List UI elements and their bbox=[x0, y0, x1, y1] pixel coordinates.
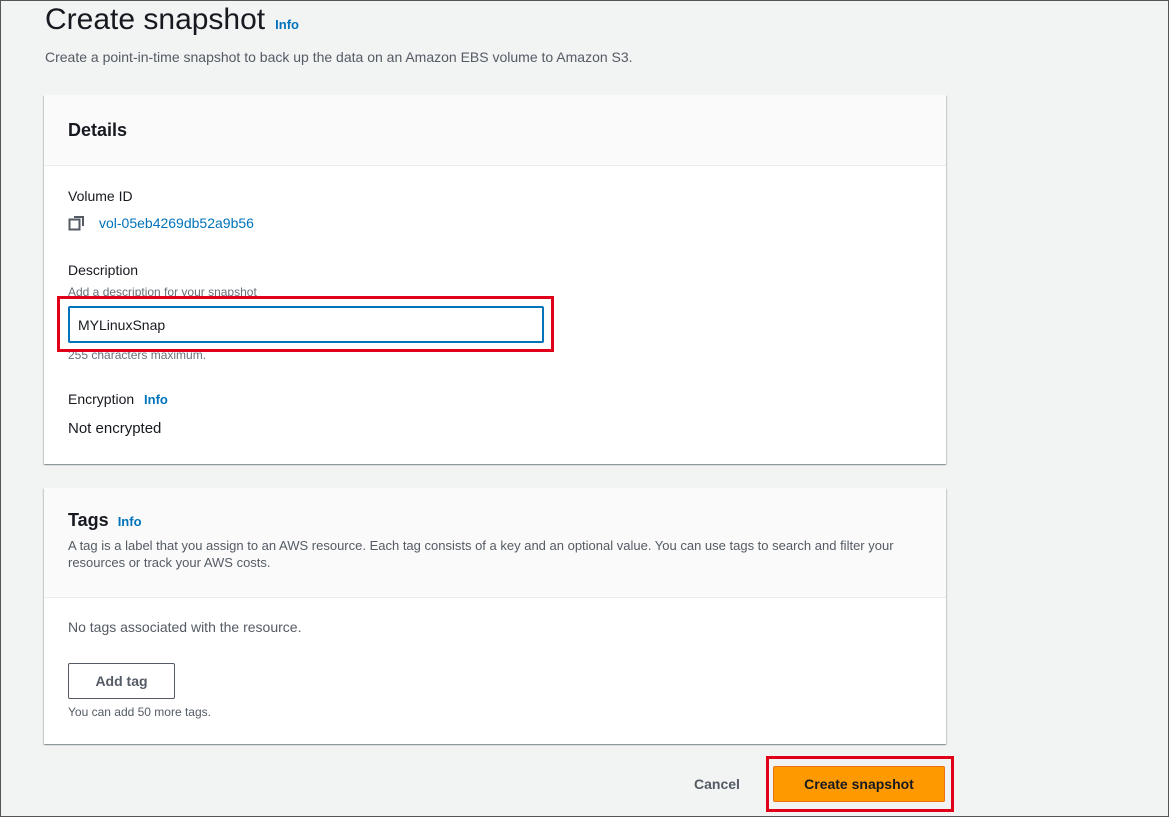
details-panel: Details Volume ID vol-05eb4269db52a9b56 … bbox=[44, 95, 946, 464]
tags-info-link[interactable]: Info bbox=[118, 514, 142, 529]
volume-id-label: Volume ID bbox=[68, 188, 133, 204]
page-title: Create snapshot bbox=[45, 3, 266, 36]
page-description: Create a point-in-time snapshot to back … bbox=[45, 49, 633, 65]
details-panel-header: Details bbox=[44, 95, 946, 166]
description-hint: Add a description for your snapshot bbox=[68, 285, 257, 299]
encryption-label: Encryption bbox=[68, 391, 135, 407]
tags-limit-text: You can add 50 more tags. bbox=[68, 705, 211, 719]
description-input[interactable] bbox=[68, 306, 544, 343]
page-title-row: Create snapshot Info bbox=[45, 3, 299, 37]
description-label: Description bbox=[68, 262, 139, 278]
add-tag-button[interactable]: Add tag bbox=[68, 663, 175, 699]
description-constraint: 255 characters maximum. bbox=[68, 348, 207, 362]
details-heading: Details bbox=[68, 119, 128, 140]
create-snapshot-button[interactable]: Create snapshot bbox=[773, 766, 945, 802]
encryption-label-row: Encryption Info bbox=[68, 391, 168, 407]
tags-description: A tag is a label that you assign to an A… bbox=[68, 538, 894, 570]
encryption-value: Not encrypted bbox=[68, 420, 162, 437]
no-tags-text: No tags associated with the resource. bbox=[68, 619, 302, 635]
tags-panel: Tags Info A tag is a label that you assi… bbox=[44, 488, 946, 744]
volume-id-row: vol-05eb4269db52a9b56 bbox=[68, 214, 254, 232]
page-info-link[interactable]: Info bbox=[275, 17, 299, 32]
copy-icon[interactable] bbox=[68, 214, 86, 232]
tags-panel-header: Tags Info A tag is a label that you assi… bbox=[44, 488, 946, 598]
tags-title-row: Tags Info bbox=[68, 510, 922, 531]
tags-heading: Tags bbox=[68, 510, 109, 530]
cancel-button[interactable]: Cancel bbox=[677, 768, 757, 800]
encryption-info-link[interactable]: Info bbox=[144, 392, 168, 407]
volume-id-link[interactable]: vol-05eb4269db52a9b56 bbox=[99, 215, 254, 231]
